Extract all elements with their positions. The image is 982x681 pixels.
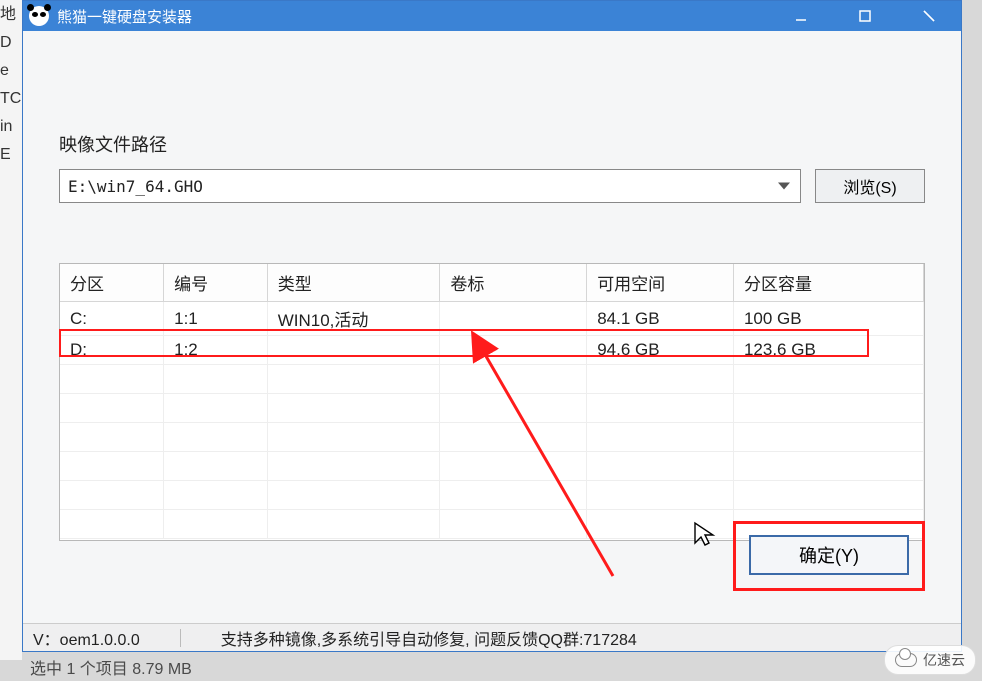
close-button[interactable] (897, 1, 961, 31)
table-row-empty (60, 423, 924, 452)
status-info: 支持多种镜像,多系统引导自动修复, 问题反馈QQ群:717284 (221, 626, 637, 650)
explorer-status-fragment: 选中 1 个项目 8.79 MB (30, 655, 192, 679)
header-free[interactable]: 可用空间 (587, 264, 734, 302)
watermark-text: 亿速云 (923, 650, 965, 670)
cell-number: 1:2 (164, 336, 268, 365)
background-fragment: 地DeTCinE (0, 0, 22, 660)
table-row-empty (60, 452, 924, 481)
header-type[interactable]: 类型 (267, 264, 440, 302)
header-capacity[interactable]: 分区容量 (733, 264, 923, 302)
chevron-down-icon (778, 183, 790, 190)
table-row[interactable]: C: 1:1 WIN10,活动 84.1 GB 100 GB (60, 302, 924, 336)
app-icon (29, 6, 49, 26)
browse-label: 浏览(S) (843, 174, 896, 198)
statusbar-separator (180, 629, 181, 647)
ok-button[interactable]: 确定(Y) (749, 535, 909, 575)
cell-capacity: 123.6 GB (733, 336, 923, 365)
table-row-empty (60, 365, 924, 394)
content-area: 映像文件路径 E:\win7_64.GHO 浏览(S) 分区 编号 类型 卷标 … (23, 31, 961, 623)
table-row-empty (60, 481, 924, 510)
cell-capacity: 100 GB (733, 302, 923, 336)
cell-type (267, 336, 440, 365)
image-path-value: E:\win7_64.GHO (68, 177, 203, 196)
table-row-empty (60, 394, 924, 423)
cell-partition: C: (60, 302, 164, 336)
maximize-button[interactable] (833, 1, 897, 31)
cell-type: WIN10,活动 (267, 302, 440, 336)
cell-volume (440, 336, 587, 365)
cell-partition: D: (60, 336, 164, 365)
titlebar[interactable]: 熊猫一键硬盘安装器 (23, 1, 961, 31)
installer-window: 熊猫一键硬盘安装器 映像文件路径 E:\win7_64.GHO 浏览(S) 分区 (22, 0, 962, 652)
ok-label: 确定(Y) (799, 542, 859, 568)
header-number[interactable]: 编号 (164, 264, 268, 302)
window-controls (769, 1, 961, 31)
statusbar: V：oem1.0.0.0 支持多种镜像,多系统引导自动修复, 问题反馈QQ群:7… (23, 623, 961, 651)
header-volume[interactable]: 卷标 (440, 264, 587, 302)
version-label: V：oem1.0.0.0 (33, 626, 140, 650)
browse-button[interactable]: 浏览(S) (815, 169, 925, 203)
cell-free: 94.6 GB (587, 336, 734, 365)
cloud-icon (895, 653, 917, 667)
cell-number: 1:1 (164, 302, 268, 336)
image-path-label: 映像文件路径 (59, 131, 925, 157)
table-header-row: 分区 编号 类型 卷标 可用空间 分区容量 (60, 264, 924, 302)
watermark: 亿速云 (884, 645, 976, 675)
partition-table[interactable]: 分区 编号 类型 卷标 可用空间 分区容量 C: 1:1 WIN10,活动 8 (59, 263, 925, 541)
cell-volume (440, 302, 587, 336)
window-title: 熊猫一键硬盘安装器 (57, 6, 192, 27)
image-path-combobox[interactable]: E:\win7_64.GHO (59, 169, 801, 203)
table-row[interactable]: D: 1:2 94.6 GB 123.6 GB (60, 336, 924, 365)
cell-free: 84.1 GB (587, 302, 734, 336)
minimize-button[interactable] (769, 1, 833, 31)
header-partition[interactable]: 分区 (60, 264, 164, 302)
